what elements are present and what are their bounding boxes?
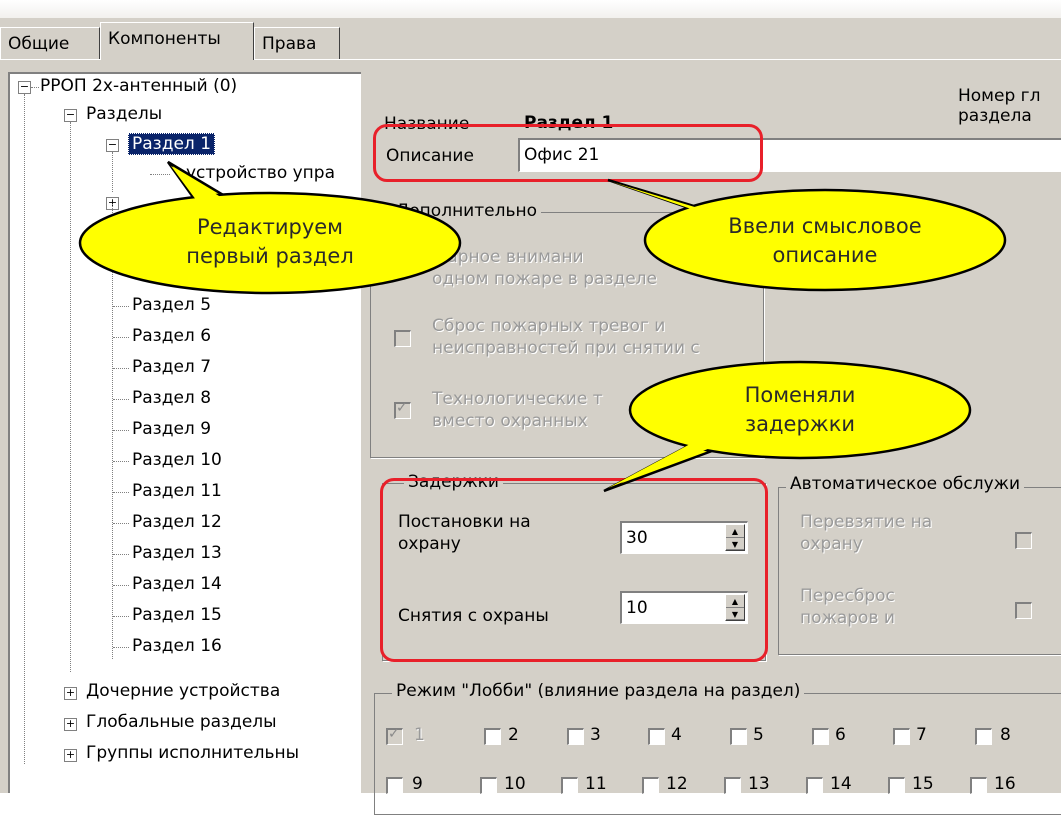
tab-components-label: Компоненты <box>108 29 221 49</box>
callout-desc-line2: описание <box>772 243 878 267</box>
callout-edit-line1: Редактируем <box>196 215 344 239</box>
callout-desc-line1: Ввели смысловое <box>728 214 922 238</box>
callout-delays-line1: Поменяли <box>744 383 856 407</box>
callout-edit-line2: первый раздел <box>186 244 354 268</box>
callout-desc-text: Ввели смысловое описание <box>690 212 960 270</box>
callout-edit-text: Редактируем первый раздел <box>150 213 390 271</box>
callout-delays-text: Поменяли задержки <box>690 381 910 439</box>
tab-components[interactable]: Компоненты <box>100 22 254 60</box>
callout-delays-line2: задержки <box>744 412 856 436</box>
